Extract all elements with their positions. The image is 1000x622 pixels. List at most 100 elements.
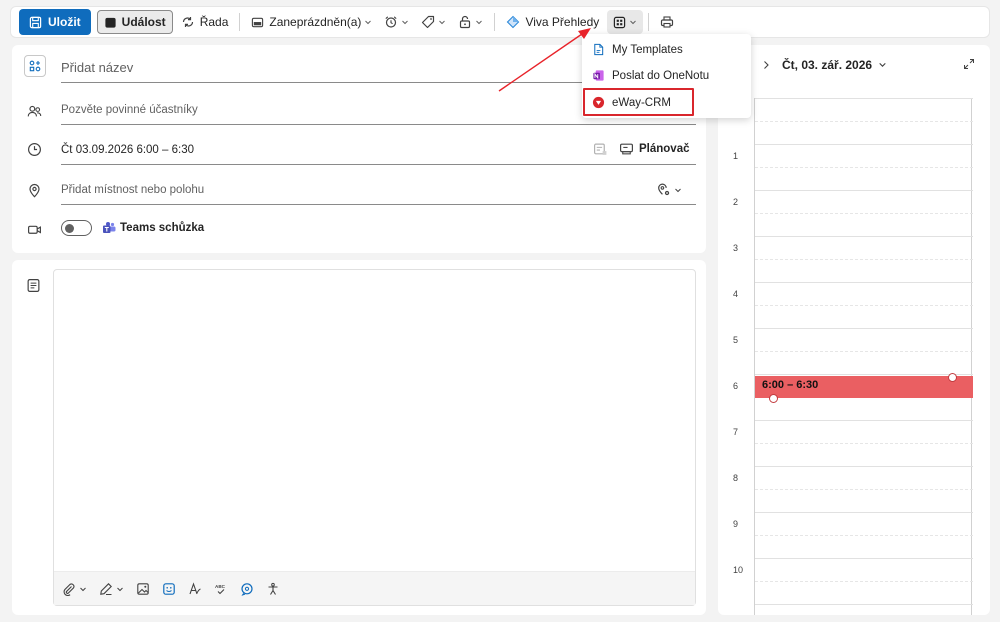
- half-hour-line: [755, 443, 973, 444]
- half-hour-line: [755, 259, 973, 260]
- editor-toolbar: ABC: [54, 571, 695, 605]
- accessibility-button[interactable]: [266, 582, 280, 596]
- event-resize-handle-top[interactable]: [948, 373, 957, 382]
- notes-icon: [26, 278, 41, 296]
- hour-label: 6: [733, 381, 739, 391]
- hour-label: 4: [733, 289, 739, 299]
- busy-status-dropdown[interactable]: Zaneprázdněn(a): [245, 10, 378, 34]
- series-button-label: Řada: [199, 15, 229, 29]
- title-placeholder: Přidat název: [61, 60, 134, 75]
- scheduler-icon: [620, 143, 633, 155]
- sticker-icon: [163, 582, 175, 595]
- sticker-button[interactable]: [162, 582, 176, 596]
- attendees-placeholder: Pozvěte povinné účastníky: [61, 103, 198, 116]
- hour-line: [755, 144, 973, 145]
- toolbar-divider: [648, 13, 650, 31]
- next-day-chevron-icon[interactable]: [762, 59, 770, 73]
- half-hour-line: [755, 305, 973, 306]
- teams-meeting-label-group: Teams schůzka: [102, 221, 204, 235]
- hour-line: [755, 512, 973, 513]
- people-icon: [26, 103, 42, 119]
- spelling-button[interactable]: ABC: [214, 582, 228, 596]
- calendar-date-picker[interactable]: Čt, 03. zář. 2026: [782, 58, 887, 72]
- expand-icon[interactable]: [963, 58, 975, 73]
- body-editor[interactable]: ABC: [53, 269, 696, 606]
- toggle-knob: [65, 223, 74, 233]
- categorize-dropdown[interactable]: [415, 10, 452, 34]
- save-button[interactable]: Uložit: [19, 9, 91, 35]
- hour-line: [755, 282, 973, 283]
- spellcheck-icon: ABC: [215, 584, 226, 594]
- alarm-clock-icon: [385, 16, 398, 28]
- hour-line: [755, 374, 973, 375]
- chevron-down-icon: [365, 20, 372, 25]
- format-text-button[interactable]: [188, 581, 202, 596]
- half-hour-line: [755, 581, 973, 582]
- title-icon-button[interactable]: [24, 55, 46, 77]
- event-resize-handle-bottom[interactable]: [769, 394, 778, 403]
- viva-insights-button[interactable]: Viva Přehledy: [500, 10, 605, 34]
- chevron-down-icon: [439, 20, 446, 25]
- location-settings-icon: [658, 183, 670, 196]
- calendar-time-grid[interactable]: [754, 98, 973, 615]
- text-format-icon: [189, 581, 201, 594]
- menu-item-my-templates[interactable]: My Templates: [582, 37, 751, 62]
- chevron-down-icon: [879, 62, 887, 67]
- hour-line: [755, 98, 973, 99]
- scheduler-button[interactable]: Plánovač: [619, 141, 690, 156]
- print-button[interactable]: [654, 10, 680, 34]
- accessibility-icon: [268, 582, 278, 595]
- event-button-label: Událost: [121, 15, 166, 29]
- hour-label: 10: [733, 565, 744, 575]
- reminder-dropdown[interactable]: [378, 10, 415, 34]
- location-input[interactable]: Přidat místnost nebo polohu: [61, 175, 696, 205]
- signature-dropdown[interactable]: [99, 582, 124, 596]
- hour-line: [755, 558, 973, 559]
- attach-dropdown[interactable]: [62, 582, 87, 596]
- sparkle-grid-icon: [29, 60, 41, 72]
- chevron-down-icon: [117, 587, 123, 591]
- chevron-down-icon: [630, 20, 637, 25]
- series-button[interactable]: Řada: [175, 10, 235, 34]
- datetime-field[interactable]: Čt 03.09.2026 6:00 – 6:30 Plánovač: [61, 135, 696, 165]
- calendar-icon: [105, 17, 116, 28]
- busy-status-icon: [252, 17, 264, 27]
- event-button[interactable]: Událost: [96, 10, 173, 34]
- onenote-icon: [593, 70, 604, 81]
- room-settings-dropdown[interactable]: [656, 182, 682, 197]
- save-icon: [29, 16, 42, 28]
- day-calendar-panel: Čt, 03. zář. 2026 1 2 3 4 5 6 7 8 9 10 6…: [718, 45, 990, 615]
- apps-dropdown-button[interactable]: [607, 10, 644, 34]
- lock-icon: [460, 15, 471, 29]
- hour-line: [755, 236, 973, 237]
- viva-insights-icon: [507, 15, 520, 29]
- hour-label: 3: [733, 243, 739, 253]
- copilot-button[interactable]: [240, 582, 254, 596]
- sensitivity-dropdown[interactable]: [452, 10, 489, 34]
- toolbar-divider: [494, 13, 496, 31]
- location-placeholder: Přidat místnost nebo polohu: [61, 183, 205, 196]
- chevron-down-icon: [675, 188, 681, 192]
- hour-label: 7: [733, 427, 739, 437]
- teams-toggle[interactable]: [61, 220, 92, 236]
- hour-line: [755, 604, 973, 605]
- chevron-down-icon: [80, 587, 86, 591]
- hour-label: 2: [733, 197, 739, 207]
- teams-icon: [103, 222, 116, 233]
- video-camera-icon: [26, 221, 42, 237]
- insert-picture-button[interactable]: [136, 582, 150, 596]
- event-time-label: 6:00 – 6:30: [762, 379, 819, 391]
- hour-label: 8: [733, 473, 739, 483]
- half-hour-line: [755, 167, 973, 168]
- command-toolbar: Uložit Událost Řada Zaneprázdněn(a) Viva…: [10, 6, 990, 38]
- toolbar-divider: [239, 13, 241, 31]
- chevron-down-icon: [402, 20, 409, 25]
- hour-label: 5: [733, 335, 739, 345]
- menu-item-label: Poslat do OneNotu: [612, 69, 710, 82]
- menu-item-label: My Templates: [612, 43, 683, 56]
- scheduler-label: Plánovač: [639, 142, 690, 155]
- image-icon: [137, 582, 149, 595]
- room-finder-icon[interactable]: [593, 142, 608, 160]
- calendar-event-block[interactable]: 6:00 – 6:30: [755, 376, 973, 398]
- menu-item-send-to-onenote[interactable]: Poslat do OneNotu: [582, 63, 751, 88]
